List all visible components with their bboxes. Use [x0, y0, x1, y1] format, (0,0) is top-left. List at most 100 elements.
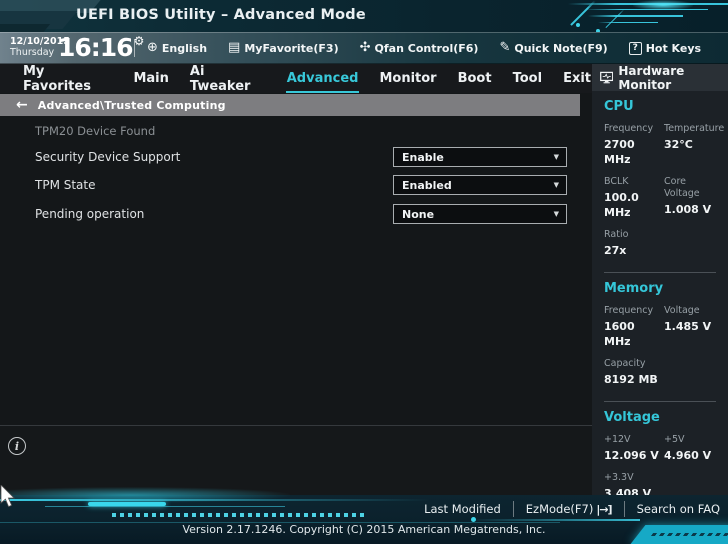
myfavorite-button[interactable]: ▤ MyFavorite(F3): [228, 42, 339, 55]
back-arrow-icon[interactable]: ←: [16, 97, 28, 113]
breadcrumb-path: Advanced\Trusted Computing: [38, 99, 226, 112]
menu-bar: My Favorites Main Ai Tweaker Advanced Mo…: [0, 64, 592, 93]
toolbar: 12/10/2015 Thursday 16:16⚙ ⊕ English ▤ M…: [0, 32, 728, 64]
metric-label: Voltage: [664, 305, 722, 317]
metric-value: 4.960 V: [664, 448, 722, 463]
circuit-decoration: [0, 24, 50, 32]
dropdown-value: None: [402, 208, 554, 221]
ezmode-button[interactable]: EzMode(F7) |→]: [526, 502, 612, 516]
language-button[interactable]: ⊕ English: [147, 42, 207, 55]
myfavorite-icon: ▤: [228, 42, 240, 54]
tab-tool[interactable]: Tool: [512, 64, 543, 93]
security-device-support-dropdown[interactable]: Enable ▼: [393, 147, 567, 167]
breadcrumb: ← Advanced\Trusted Computing: [0, 94, 580, 116]
last-modified-button[interactable]: Last Modified: [424, 502, 501, 516]
setting-label: TPM State: [35, 178, 96, 192]
metric-label: Core Voltage: [664, 176, 722, 200]
title-bar: UEFI BIOS Utility – Advanced Mode: [0, 0, 728, 32]
gear-icon[interactable]: ⚙: [134, 34, 145, 48]
footer-bar: Last Modified EzMode(F7) |→] Search on F…: [0, 495, 728, 544]
metric-label: Frequency: [604, 305, 664, 317]
last-modified-label: Last Modified: [424, 502, 501, 516]
metric-value: 32°C: [664, 137, 722, 152]
setting-row: Pending operation None ▼: [0, 204, 592, 224]
tab-ai-tweaker[interactable]: Ai Tweaker: [189, 64, 267, 93]
hardware-monitor-body: CPU Frequency2700 MHz Temperature32°C BC…: [604, 91, 722, 501]
tab-exit[interactable]: Exit: [562, 64, 592, 93]
circuit-decoration: [471, 517, 476, 522]
bios-screen: UEFI BIOS Utility – Advanced Mode 12/10/…: [0, 0, 728, 544]
chevron-down-icon: ▼: [554, 210, 559, 218]
circuit-decoration: [88, 502, 166, 506]
clock-widget[interactable]: 16:16⚙: [58, 33, 143, 62]
mouse-cursor: [0, 485, 18, 509]
settings-panel: ← Advanced\Trusted Computing TPM20 Devic…: [0, 93, 592, 495]
metric-label: +3.3V: [604, 472, 664, 484]
metric-label: +5V: [664, 434, 722, 446]
metric-value: 12.096 V: [604, 448, 664, 463]
divider: [604, 272, 716, 273]
metric-value: 100.0 MHz: [604, 190, 664, 220]
hot-keys-label: Hot Keys: [646, 42, 701, 55]
circuit-decoration: [553, 0, 728, 32]
metric-label: Frequency: [604, 123, 664, 135]
search-faq-label: Search on FAQ: [637, 502, 720, 516]
search-on-faq-button[interactable]: Search on FAQ: [637, 502, 720, 516]
quick-note-button[interactable]: ✎ Quick Note(F9): [499, 42, 607, 55]
hwmon-section-cpu-title: CPU: [604, 99, 722, 114]
metric-label: BCLK: [604, 176, 664, 188]
tpm-state-dropdown[interactable]: Enabled ▼: [393, 175, 567, 195]
help-info-strip: i: [0, 425, 592, 495]
tab-my-favorites[interactable]: My Favorites: [22, 64, 113, 93]
circuit-decoration: [112, 513, 364, 517]
tab-monitor[interactable]: Monitor: [378, 64, 437, 93]
tab-advanced[interactable]: Advanced: [286, 64, 360, 93]
hwmon-section-voltage-title: Voltage: [604, 410, 722, 425]
metric-value: 1600 MHz: [604, 319, 664, 349]
question-icon: ?: [629, 42, 642, 55]
hot-keys-button[interactable]: ? Hot Keys: [629, 42, 701, 55]
ezmode-enter-icon: |→]: [596, 503, 611, 516]
hwmon-section-cpu: Frequency2700 MHz Temperature32°C BCLK10…: [604, 114, 722, 258]
hwmon-section-voltage: +12V12.096 V +5V4.960 V +3.3V3.408 V: [604, 425, 722, 501]
metric-value: 2700 MHz: [604, 137, 664, 167]
circuit-decoration: [470, 519, 640, 521]
ezmode-label: EzMode(F7): [526, 502, 594, 516]
setting-row: Security Device Support Enable ▼: [0, 147, 592, 167]
tab-boot[interactable]: Boot: [457, 64, 493, 93]
metric-label: Capacity: [604, 358, 664, 370]
language-label: English: [162, 42, 207, 55]
page-title: UEFI BIOS Utility – Advanced Mode: [76, 7, 366, 23]
version-text: Version 2.17.1246. Copyright (C) 2015 Am…: [0, 523, 728, 536]
note-icon: ✎: [499, 42, 510, 54]
monitor-icon: [600, 71, 613, 84]
metric-value: 27x: [604, 243, 664, 258]
divider: [134, 39, 135, 57]
hardware-monitor-title: Hardware Monitor: [618, 64, 728, 92]
divider: [604, 401, 716, 402]
metric-value: 1.485 V: [664, 319, 722, 334]
time-text: 16:16: [58, 33, 133, 62]
qfan-label: Qfan Control(F6): [375, 42, 479, 55]
hardware-monitor-header: Hardware Monitor: [592, 64, 728, 91]
setting-label: Security Device Support: [35, 150, 180, 164]
pending-operation-dropdown[interactable]: None ▼: [393, 204, 567, 224]
info-icon: i: [8, 437, 26, 455]
divider: [513, 501, 514, 517]
metric-value: 8192 MB: [604, 372, 664, 387]
metric-label: +12V: [604, 434, 664, 446]
globe-icon: ⊕: [147, 42, 158, 54]
setting-row: TPM State Enabled ▼: [0, 175, 592, 195]
hwmon-section-memory: Frequency 1600 MHz Voltage 1.485 V Capacit…: [604, 296, 722, 387]
hwmon-section-memory-title: Memory: [604, 281, 722, 296]
myfavorite-label: MyFavorite(F3): [244, 42, 338, 55]
tab-main[interactable]: Main: [132, 64, 169, 93]
toolbar-items: ⊕ English ▤ MyFavorite(F3) ✣ Qfan Contro…: [147, 32, 701, 64]
metric-label: Ratio: [604, 229, 664, 241]
circuit-decoration: [0, 499, 430, 501]
qfan-control-button[interactable]: ✣ Qfan Control(F6): [360, 42, 479, 55]
dropdown-value: Enabled: [402, 179, 554, 192]
metric-value: 1.008 V: [664, 202, 722, 217]
footer-actions: Last Modified EzMode(F7) |→] Search on F…: [424, 501, 720, 517]
quick-note-label: Quick Note(F9): [514, 42, 607, 55]
